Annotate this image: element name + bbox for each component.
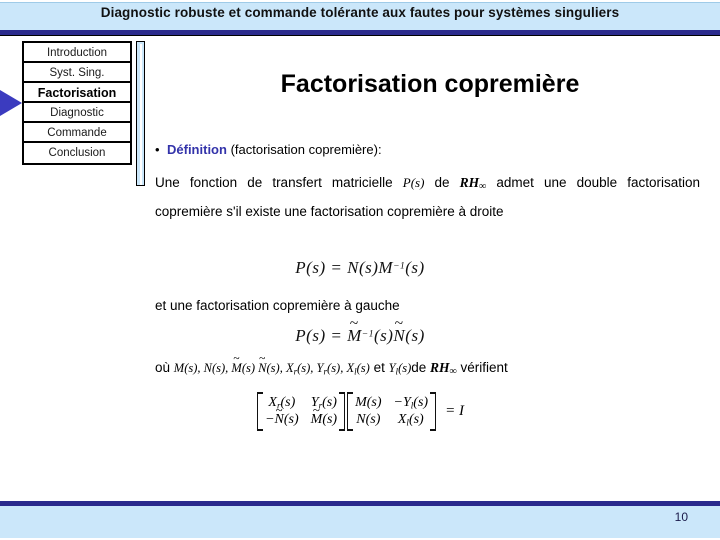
left-coprime-intro: et une factorisation copremière à gauche	[155, 298, 400, 313]
page-title: Factorisation copremière	[280, 70, 580, 98]
matrix-identity-equation: Xr(s) Yr(s) − ~ N(s) ~ M(s) M(s) −Yl(s) N(s…	[0, 392, 720, 431]
where-suffix: vérifient	[456, 360, 508, 375]
triangle-right-icon	[0, 90, 22, 116]
where-line: où M(s), N(s), ~ M(s) ~ N(s), Xr(s), Yr(s)…	[155, 352, 715, 377]
right-matrix-cell-21: N(s)	[356, 412, 381, 427]
sidebar-item-syst-sing[interactable]: Syst. Sing.	[24, 63, 130, 83]
matrix-identity-symbol: I	[458, 403, 464, 419]
variable-p-of-s: P(s)	[402, 175, 425, 190]
where-last-variable: Yl(s)	[388, 361, 412, 377]
equation-left-coprime-text: P(s) = ~ M−1(s) ~ N(s)	[295, 315, 425, 345]
right-matrix-bracket: M(s) −Yl(s) N(s) Xl(s)	[347, 392, 437, 431]
sidebar-scrollbar[interactable]	[136, 41, 145, 186]
definition-bullet: • Définition (factorisation copremière):	[155, 142, 382, 157]
definition-text-1: Une fonction de transfert matricielle	[155, 175, 403, 190]
space-rh-infinity-2: RH∞	[430, 360, 457, 377]
definition-keyword: Définition	[167, 142, 227, 157]
where-mid: de	[411, 360, 431, 375]
where-prefix: où	[155, 360, 174, 375]
sidebar-nav-box: Introduction Syst. Sing. Factorisation D…	[22, 41, 132, 165]
equation-right-coprime-text: P(s) = N(s)M−1(s)	[295, 258, 425, 277]
definition-bullet-tail: (factorisation copremière):	[230, 142, 382, 157]
slide-root: { "header": { "title": "Diagnostic robus…	[0, 0, 720, 540]
page-number: 10	[674, 510, 688, 524]
sidebar-scrollbar-thumb[interactable]	[140, 44, 142, 185]
sidebar-nav: Introduction Syst. Sing. Factorisation D…	[22, 41, 132, 165]
sidebar-item-introduction[interactable]: Introduction	[24, 43, 130, 63]
footer-band	[0, 506, 720, 538]
equation-left-coprime: P(s) = ~ M−1(s) ~ N(s)	[0, 315, 720, 346]
equation-right-coprime: P(s) = N(s)M−1(s)	[0, 258, 720, 278]
space-rh-label: RH	[459, 175, 480, 190]
matrix-equals-sign: =	[445, 403, 456, 419]
right-matrix: M(s) −Yl(s) N(s) Xl(s)	[352, 393, 431, 430]
presentation-title: Diagnostic robuste et commande tolérante…	[100, 5, 620, 20]
left-matrix-cell-22: ~ M(s)	[310, 403, 338, 427]
bullet-marker-icon: •	[155, 142, 160, 157]
where-conjunction: et	[369, 360, 389, 375]
sidebar-item-diagnostic[interactable]: Diagnostic	[24, 103, 130, 123]
definition-paragraph: Une fonction de transfert matricielle P(…	[155, 170, 700, 224]
right-matrix-cell-22: Xl(s)	[397, 412, 424, 428]
left-matrix-cell-21: − ~ N(s)	[265, 403, 299, 427]
matrix-equation-result: = I	[437, 403, 464, 420]
space-rh-subscript-2: ∞	[449, 365, 457, 377]
space-rh-infinity: RH∞	[459, 175, 487, 192]
left-matrix: Xr(s) Yr(s) − ~ N(s) ~ M(s)	[262, 393, 340, 430]
definition-text-2: de	[424, 175, 460, 190]
right-matrix-cell-12: −Yl(s)	[393, 395, 429, 411]
space-rh-label-2: RH	[430, 360, 450, 375]
right-matrix-cell-11: M(s)	[355, 395, 382, 410]
sidebar-item-factorisation[interactable]: Factorisation	[24, 83, 130, 103]
sidebar-item-commande[interactable]: Commande	[24, 123, 130, 143]
header-rule-thin	[0, 35, 720, 36]
where-variables: M(s), N(s), ~ M(s) ~ N(s), Xr(s), Yr(s), X…	[173, 352, 370, 377]
sidebar-item-conclusion[interactable]: Conclusion	[24, 143, 130, 163]
left-matrix-bracket: Xr(s) Yr(s) − ~ N(s) ~ M(s)	[257, 392, 346, 431]
